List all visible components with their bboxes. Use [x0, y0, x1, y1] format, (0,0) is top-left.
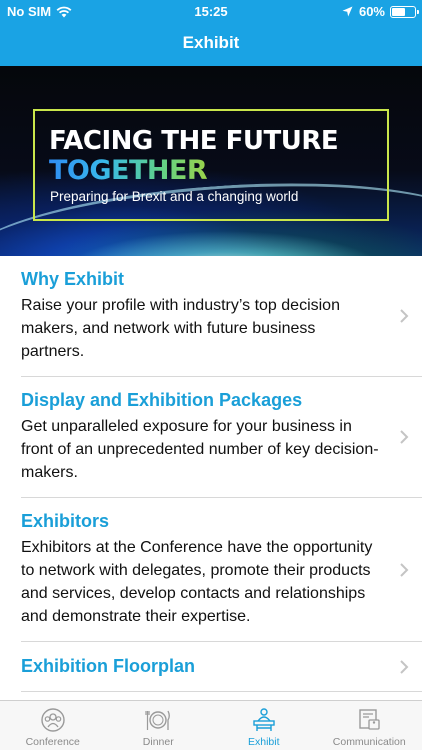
exhibit-icon	[253, 708, 275, 731]
chevron-right-icon	[400, 659, 409, 674]
list-item-description: Raise your profile with industry’s top d…	[21, 297, 340, 360]
tab-communication[interactable]: Communication	[317, 701, 422, 750]
exhibit-menu-list: Why Exhibit Raise your profile with indu…	[0, 256, 422, 692]
battery-level-fill	[392, 7, 406, 16]
chevron-right-icon	[400, 430, 409, 444]
list-item-exhibition-floorplan[interactable]: Exhibition Floorplan	[21, 642, 422, 692]
navigation-header: No SIM 15:25 60% Exhibit	[0, 0, 422, 66]
banner-subtitle: Preparing for Brexit and a changing worl…	[50, 189, 299, 204]
page-title: Exhibit	[182, 33, 240, 52]
chevron-right-icon	[400, 562, 409, 577]
list-item-display-packages[interactable]: Display and Exhibition Packages Get unpa…	[21, 377, 422, 498]
status-bar: No SIM 15:25 60%	[0, 0, 422, 24]
tab-dinner[interactable]: Dinner	[106, 701, 212, 750]
conference-icon	[41, 708, 65, 732]
list-item-title: Exhibitors	[21, 511, 110, 531]
banner-headline-accent: TOGETHER	[49, 155, 208, 186]
tab-bar: Conference Dinner Exhibit Communication	[0, 700, 422, 750]
battery-icon	[390, 5, 419, 18]
communication-icon	[359, 709, 380, 730]
tab-exhibit[interactable]: Exhibit	[211, 701, 317, 750]
list-item-exhibitors[interactable]: Exhibitors Exhibitors at the Conference …	[21, 498, 422, 642]
location-arrow-icon	[342, 6, 353, 17]
banner-headline: FACING THE FUTURE	[49, 126, 339, 156]
tab-label: Exhibit	[247, 736, 280, 748]
status-indicators: 60%	[342, 4, 419, 19]
list-item-why-exhibit[interactable]: Why Exhibit Raise your profile with indu…	[21, 256, 422, 377]
list-item-title: Display and Exhibition Packages	[21, 390, 303, 410]
battery-percentage: 60%	[358, 4, 385, 19]
list-item-description: Exhibitors at the Conference have the op…	[21, 539, 373, 625]
tab-label: Dinner	[142, 736, 174, 748]
chevron-right-icon	[400, 309, 409, 323]
tab-label: Communication	[332, 736, 406, 748]
tab-label: Conference	[25, 736, 80, 748]
list-item-title: Why Exhibit	[21, 269, 124, 289]
tab-conference[interactable]: Conference	[0, 701, 106, 750]
list-item-title: Exhibition Floorplan	[21, 656, 195, 676]
dinner-icon	[145, 710, 171, 730]
list-item-description: Get unparalleled exposure for your busin…	[21, 418, 379, 481]
hero-banner: FACING THE FUTURE TOGETHER Preparing for…	[0, 66, 422, 256]
